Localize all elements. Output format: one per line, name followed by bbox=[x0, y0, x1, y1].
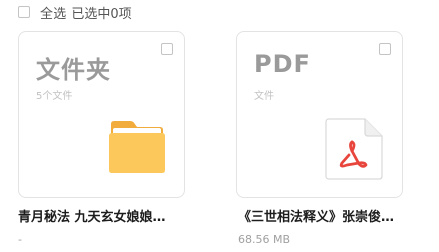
select-all-bar: 全选 已选中0项 bbox=[18, 3, 132, 22]
select-all-label[interactable]: 全选 bbox=[40, 3, 66, 22]
select-all-checkbox[interactable] bbox=[18, 6, 30, 18]
file-size: - bbox=[18, 233, 22, 246]
folder-icon bbox=[109, 121, 165, 173]
item-checkbox[interactable] bbox=[161, 43, 173, 55]
pdf-icon bbox=[325, 118, 383, 180]
file-size: 68.56 MB bbox=[238, 233, 291, 246]
card-type-subtitle: 5个文件 bbox=[36, 91, 73, 102]
file-card-pdf[interactable]: PDF 文件 bbox=[236, 31, 403, 198]
file-name[interactable]: 青月秘法 九天玄女娘娘… bbox=[18, 206, 193, 225]
card-type-subtitle: 文件 bbox=[254, 91, 274, 102]
card-type-title: PDF bbox=[254, 50, 311, 78]
selected-count: 已选中0项 bbox=[71, 6, 132, 22]
file-name[interactable]: 《三世相法释义》张崇俊… bbox=[238, 206, 413, 225]
card-type-title: 文件夹 bbox=[36, 56, 111, 84]
item-checkbox[interactable] bbox=[379, 43, 391, 55]
file-card-folder[interactable]: 文件夹 5个文件 bbox=[18, 31, 185, 198]
